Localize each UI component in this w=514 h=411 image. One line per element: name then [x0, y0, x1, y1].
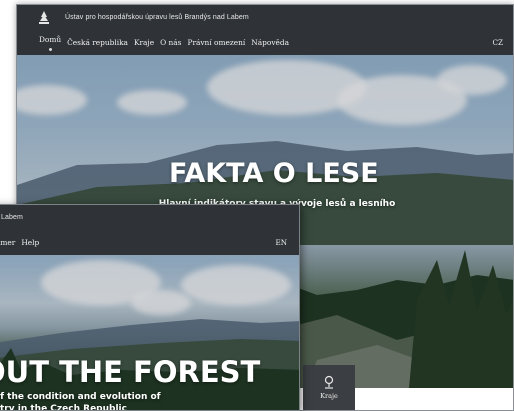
browser-window-english: Labem isclaimer Help EN OUT THE FOREST r… [0, 204, 300, 411]
language-switch[interactable]: CZ [493, 38, 504, 47]
language-switch-en[interactable]: EN [275, 238, 287, 247]
nav-item-home[interactable]: Domů [39, 35, 61, 51]
site-header-en: Labem isclaimer Help EN [0, 205, 299, 255]
nav-item-czech-republic[interactable]: Česká republika [67, 38, 128, 47]
hero-title: FAKTA O LESE [169, 158, 379, 189]
hero-subtitle-en-line-2: ountry in the Czech Republic [0, 404, 127, 411]
institute-logo-icon[interactable] [37, 10, 51, 26]
organization-name-en: Labem [1, 214, 23, 221]
main-nav-en: isclaimer Help EN [0, 230, 299, 255]
nav-item-help[interactable]: Nápověda [251, 38, 289, 47]
site-header: Ústav pro hospodářskou úpravu lesů Brand… [17, 5, 513, 55]
nav-item-disclaimer[interactable]: isclaimer [0, 238, 15, 247]
hero-subtitle-en-line-1: rs of the condition and evolution of [0, 392, 161, 402]
map-pin-icon [324, 375, 334, 389]
regions-tile[interactable]: Kraje [303, 365, 355, 410]
regions-tile-label: Kraje [320, 392, 338, 400]
main-nav: Domů Česká republika Kraje O nás Právní … [17, 30, 513, 55]
nav-item-help-en[interactable]: Help [21, 238, 39, 247]
hero-subtitle-en: rs of the condition and evolution of oun… [0, 391, 221, 411]
nav-item-regions[interactable]: Kraje [134, 38, 154, 47]
nav-item-about[interactable]: O nás [160, 38, 181, 47]
nav-item-legal[interactable]: Právní omezení [187, 38, 245, 47]
hero-title-en: OUT THE FOREST [0, 355, 261, 389]
organization-name: Ústav pro hospodářskou úpravu lesů Brand… [65, 14, 249, 21]
